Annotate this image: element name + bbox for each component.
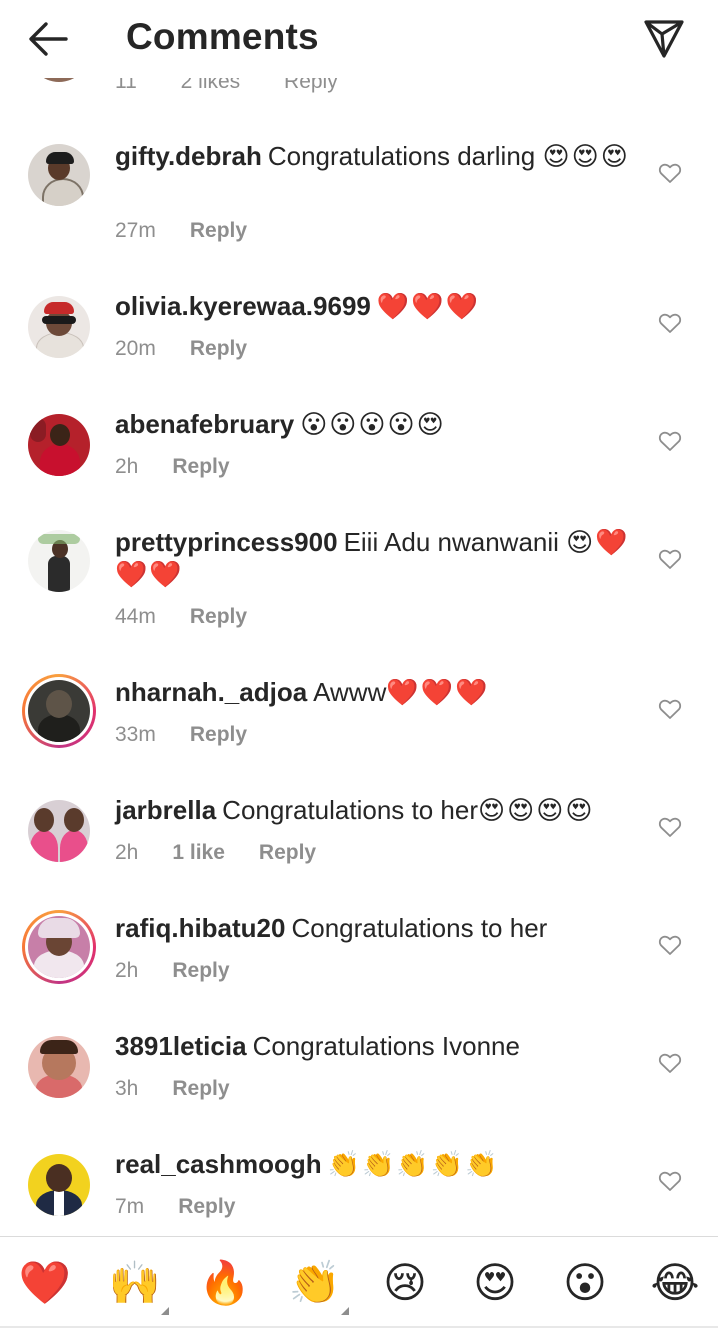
comment-username[interactable]: 3891leticia bbox=[115, 1031, 247, 1061]
comment-emojis: 👏👏👏👏👏 bbox=[327, 1149, 500, 1179]
comment-text: Awww bbox=[313, 677, 387, 707]
comment-meta: 44m Reply bbox=[115, 605, 247, 629]
comment-meta: 3h Reply bbox=[115, 1077, 230, 1101]
heart-icon[interactable] bbox=[658, 1052, 682, 1074]
comment-username[interactable]: jarbrella bbox=[115, 795, 216, 825]
heart-icon[interactable] bbox=[658, 548, 682, 570]
comment-emojis: ❤️❤️❤️ bbox=[376, 291, 480, 321]
raised-hands-reaction-button[interactable]: 🙌 bbox=[107, 1255, 169, 1315]
reply-button[interactable]: Reply bbox=[259, 841, 316, 865]
comment-username[interactable]: nharnah._adjoa bbox=[115, 677, 307, 707]
reply-button[interactable]: Reply bbox=[178, 1195, 235, 1219]
comment-meta: 33m Reply bbox=[115, 723, 247, 747]
comment-emojis: 😮😮😮😮😍 bbox=[300, 409, 446, 439]
avatar[interactable] bbox=[28, 1154, 90, 1216]
clap-reaction-button[interactable]: 👏 bbox=[287, 1255, 349, 1315]
comment-time: 2h bbox=[115, 959, 139, 982]
reply-button[interactable]: Reply bbox=[172, 1077, 229, 1101]
comment-username[interactable]: rafiq.hibatu20 bbox=[115, 913, 285, 943]
avatar[interactable] bbox=[28, 530, 90, 592]
comment-meta: 20m Reply bbox=[115, 337, 247, 361]
comment-time: 2h bbox=[115, 455, 139, 478]
comment-meta: 27m Reply bbox=[115, 219, 247, 243]
comment-time: 33m bbox=[115, 723, 156, 746]
page-title: Comments bbox=[126, 16, 319, 57]
comment-username[interactable]: prettyprincess900 bbox=[115, 527, 338, 557]
heart-icon[interactable] bbox=[658, 816, 682, 838]
avatar[interactable] bbox=[28, 1036, 90, 1098]
header: Comments bbox=[0, 0, 718, 78]
comment-text: Congratulations to her bbox=[222, 795, 478, 825]
comment-emojis: ❤️❤️❤️ bbox=[386, 677, 490, 707]
heart-icon[interactable] bbox=[658, 162, 682, 184]
avatar[interactable] bbox=[28, 144, 90, 206]
comment-username[interactable]: abenafebruary bbox=[115, 409, 294, 439]
fire-reaction-button[interactable]: 🔥 bbox=[197, 1255, 253, 1311]
comment-meta: 7m Reply bbox=[115, 1195, 235, 1219]
reply-button[interactable]: Reply bbox=[190, 723, 247, 747]
comment-emojis: 😍😍😍😍 bbox=[478, 795, 595, 825]
heart-reaction-button[interactable]: ❤️ bbox=[17, 1255, 73, 1311]
surprised-reaction-button[interactable]: 😮 bbox=[557, 1255, 613, 1311]
reply-button[interactable]: Reply bbox=[172, 959, 229, 983]
comments-list[interactable]: 11 2 likes Reply gifty.debrah Congratulat… bbox=[0, 0, 718, 1236]
heart-icon[interactable] bbox=[658, 312, 682, 334]
send-icon[interactable] bbox=[640, 14, 688, 62]
comment-text: Congratulations Ivonne bbox=[252, 1031, 520, 1061]
comment-meta: 2h Reply bbox=[115, 455, 230, 479]
crying-reaction-button[interactable]: 😢 bbox=[377, 1255, 433, 1311]
back-arrow-icon[interactable] bbox=[24, 18, 72, 60]
comment-username[interactable]: olivia.kyerewaa.9699 bbox=[115, 291, 371, 321]
comment-time: 44m bbox=[115, 605, 156, 628]
avatar[interactable] bbox=[28, 800, 90, 862]
heart-eyes-reaction-button[interactable]: 😍 bbox=[467, 1255, 523, 1311]
reply-button[interactable]: Reply bbox=[172, 455, 229, 479]
laughing-reaction-button[interactable]: 😂 bbox=[647, 1255, 703, 1311]
reply-button[interactable]: Reply bbox=[190, 337, 247, 361]
comment-time: 27m bbox=[115, 219, 156, 242]
avatar[interactable] bbox=[28, 414, 90, 476]
reply-button[interactable]: Reply bbox=[190, 219, 247, 243]
comment-emojis: 😍😍😍 bbox=[542, 141, 630, 171]
heart-icon[interactable] bbox=[658, 934, 682, 956]
skin-tone-indicator bbox=[341, 1307, 349, 1315]
comment-text: Congratulations darling bbox=[267, 141, 536, 171]
heart-icon[interactable] bbox=[658, 430, 682, 452]
comment-time: 7m bbox=[115, 1195, 145, 1218]
comment-meta: 2h Reply bbox=[115, 959, 230, 983]
heart-icon[interactable] bbox=[658, 698, 682, 720]
comment-likes[interactable]: 1 like bbox=[172, 841, 225, 865]
avatar[interactable] bbox=[22, 674, 96, 748]
comment-username[interactable]: real_cashmoogh bbox=[115, 1149, 322, 1179]
comment-text: Congratulations to her bbox=[291, 913, 548, 943]
comment-time: 3h bbox=[115, 1077, 139, 1100]
avatar[interactable] bbox=[22, 910, 96, 984]
skin-tone-indicator bbox=[161, 1307, 169, 1315]
comment-time: 20m bbox=[115, 337, 156, 360]
comment-text: Eiii Adu nwanwanii bbox=[343, 527, 559, 557]
reply-button[interactable]: Reply bbox=[190, 605, 247, 629]
heart-icon[interactable] bbox=[658, 1170, 682, 1192]
avatar[interactable] bbox=[28, 296, 90, 358]
comment-time: 2h bbox=[115, 841, 139, 864]
quick-reaction-bar: ❤️ 🙌 🔥 👏 😢 😍 😮 😂 bbox=[0, 1237, 718, 1328]
comment-username[interactable]: gifty.debrah bbox=[115, 141, 262, 171]
comment-meta: 2h 1 like Reply bbox=[115, 841, 316, 865]
